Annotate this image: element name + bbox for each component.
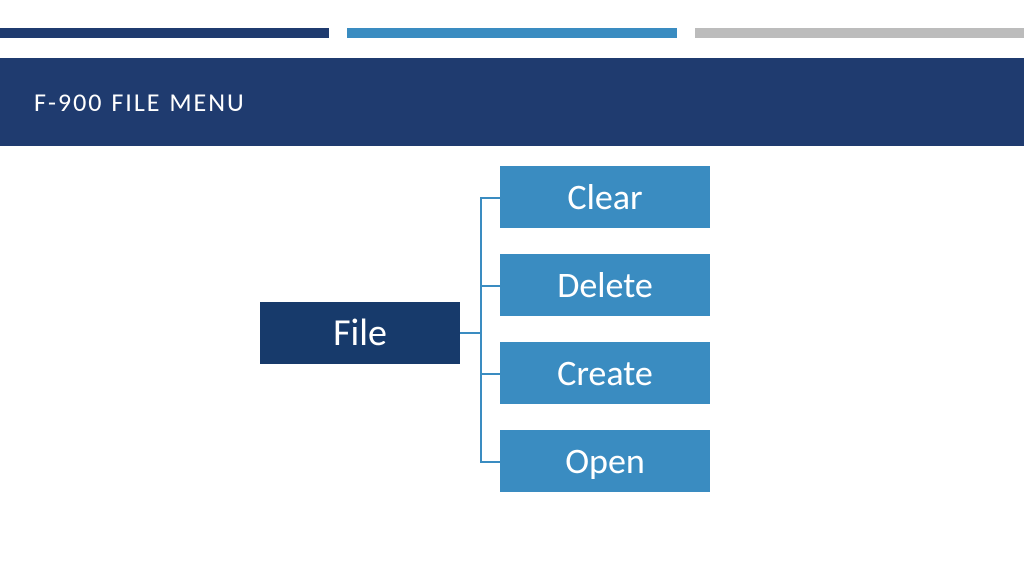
accent-seg-mid: [347, 28, 676, 38]
menu-parent-file: File: [260, 302, 460, 364]
menu-parent-label: File: [333, 310, 387, 356]
connector-twig-0: [480, 197, 500, 199]
title-band: F-900 FILE MENU: [0, 58, 1024, 146]
connector-twig-3: [480, 461, 500, 463]
menu-item-label: Create: [557, 351, 653, 395]
menu-item-delete: Delete: [500, 254, 710, 316]
accent-seg-dark: [0, 28, 329, 38]
menu-item-label: Delete: [557, 263, 653, 307]
accent-seg-light: [695, 28, 1024, 38]
menu-item-open: Open: [500, 430, 710, 492]
connector-spine: [480, 197, 482, 461]
menu-item-clear: Clear: [500, 166, 710, 228]
connector-trunk: [460, 332, 480, 334]
connector-twig-1: [480, 285, 500, 287]
menu-item-label: Open: [565, 439, 645, 483]
menu-item-create: Create: [500, 342, 710, 404]
page-title: F-900 FILE MENU: [34, 86, 246, 118]
accent-strip: [0, 28, 1024, 38]
file-menu-diagram: File Clear Delete Create Open: [0, 146, 1024, 566]
menu-item-label: Clear: [567, 175, 642, 219]
connector-twig-2: [480, 373, 500, 375]
